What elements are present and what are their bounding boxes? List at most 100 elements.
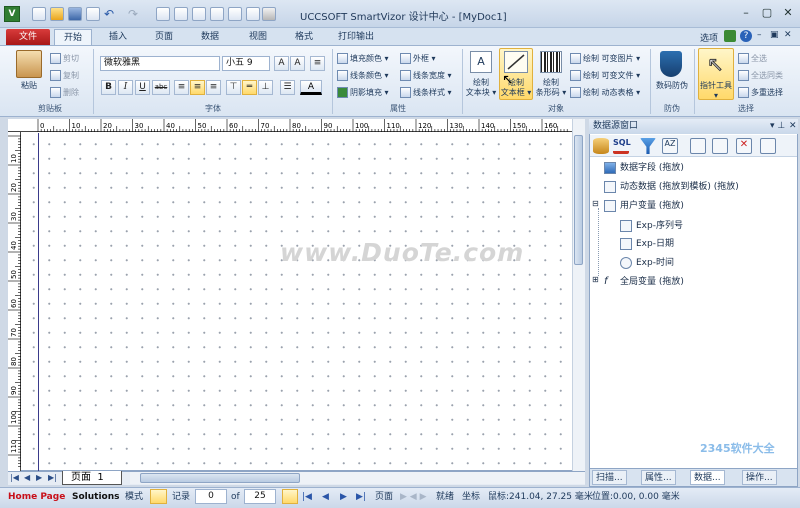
shadow-fill-button[interactable]: 阴影填充 ▾ [337,87,389,98]
spreadsheet-icon[interactable]: V [4,6,20,22]
text-block-icon[interactable]: A [470,51,492,73]
minimize-button[interactable]: – [736,5,756,21]
prev-page-icon[interactable]: ◀ [24,473,30,482]
font-color-icon[interactable]: A [300,80,322,95]
tree-item-data-fields[interactable]: 数据字段 (拖放) [604,160,684,174]
copy-toolbar-icon[interactable] [192,7,206,21]
save-as-icon[interactable] [86,7,100,21]
record-first-icon[interactable]: |◀ [302,490,312,504]
delete-var-icon[interactable]: ✕ [736,138,752,154]
select-all-button[interactable]: 全选 [738,53,767,64]
doc-close-icon[interactable]: ✕ [784,30,792,40]
panel-close-icon[interactable]: ✕ [789,121,797,131]
line-color-button[interactable]: 线条颜色 ▾ [337,70,389,81]
text-frame-icon[interactable] [504,51,528,73]
multi-select-button[interactable]: 多重选择 [738,87,783,98]
line-spacing-icon[interactable]: ☰ [280,80,295,95]
delete-button[interactable]: 删除 [50,87,79,98]
print-icon[interactable] [262,7,276,21]
format-painter-icon[interactable] [174,7,188,21]
record-prev-icon[interactable]: ◀ [322,490,329,504]
tab-print-output[interactable]: 打印输出 [330,29,382,46]
grow-font-icon[interactable]: A [274,56,289,71]
draw-var-image-button[interactable]: 绘制 可变图片 ▾ [570,53,640,64]
sort-icon[interactable]: AZ [662,138,678,154]
list-icon[interactable]: ≡ [310,56,325,71]
refresh-icon[interactable] [760,138,776,154]
save-icon[interactable] [68,7,82,21]
line-width-button[interactable]: 线条宽度 ▾ [400,70,452,81]
paste-button[interactable]: 粘贴 [12,81,46,91]
draw-textbox-button[interactable]: 绘制 文本块 ▾ [463,78,499,98]
tree-item-date[interactable]: Exp-日期 [620,236,674,250]
tab-scan[interactable]: 扫描... [592,470,627,485]
canvas-vertical-scroll-thumb[interactable] [574,135,583,265]
italic-button[interactable]: I [118,80,133,95]
maximize-button[interactable]: ▢ [757,5,777,21]
add-var-icon[interactable] [690,138,706,154]
align-center-icon[interactable]: ≡ [190,80,205,95]
tab-insert[interactable]: 插入 [98,29,138,46]
ribbon-minimize-icon[interactable]: – [757,30,762,40]
expand-icon[interactable]: ⊞ [592,275,599,284]
tree-item-serial[interactable]: Exp-序列号 [620,218,683,232]
anti-fake-button[interactable]: 数码防伪 [652,81,692,91]
ribbon-restore-icon[interactable]: ▣ [770,30,779,40]
valign-bottom-icon[interactable]: ⊥ [258,80,273,95]
new-file-icon[interactable] [32,7,46,21]
record-link-icon[interactable] [282,489,298,504]
preview-icon[interactable] [246,7,260,21]
page-tab[interactable]: 页面 1 [62,471,122,485]
draw-barcode-button[interactable]: 绘制 条形码 ▾ [533,78,569,98]
draw-dyn-table-button[interactable]: 绘制 动态表格 ▾ [570,87,640,98]
tab-datasource[interactable]: 数据... [690,470,725,485]
draw-var-file-button[interactable]: 绘制 可变文件 ▾ [570,70,640,81]
select-all-same-button[interactable]: 全选同类 [738,70,783,81]
bold-button[interactable]: B [101,80,116,95]
edit-var-icon[interactable] [712,138,728,154]
first-page-icon[interactable]: |◀ [10,473,19,482]
tree-item-time[interactable]: Exp-时间 [620,255,674,269]
design-mode-icon[interactable] [150,489,167,504]
pointer-tool-button[interactable]: 指针工具 ▾ [698,81,734,101]
open-folder-icon[interactable] [50,7,64,21]
copy-button[interactable]: 复制 [50,70,79,81]
paste-toolbar-icon[interactable] [210,7,224,21]
font-size-select[interactable]: 小五 9 [222,56,270,71]
align-right-icon[interactable]: ≡ [206,80,221,95]
valign-top-icon[interactable]: ⊤ [226,80,241,95]
tree-item-dynamic-data[interactable]: 动态数据 (拖放到模板) (拖放) [604,179,739,193]
align-left-icon[interactable]: ≡ [174,80,189,95]
tab-home[interactable]: 开始 [54,29,92,46]
page-setup-icon[interactable] [228,7,242,21]
record-last-icon[interactable]: ▶| [356,490,366,504]
shrink-font-icon[interactable]: A [290,56,305,71]
tab-view[interactable]: 视图 [238,29,278,46]
tab-properties[interactable]: 属性... [641,470,676,485]
tab-actions[interactable]: 操作... [742,470,777,485]
update-icon[interactable] [724,30,736,42]
cut-toolbar-icon[interactable] [156,7,170,21]
font-name-select[interactable]: 微软雅黑 [100,56,220,71]
database-icon[interactable] [593,138,609,154]
paste-icon[interactable] [16,50,42,78]
collapse-icon[interactable]: ⊟ [592,199,599,208]
next-page-icon[interactable]: ▶ [36,473,42,482]
close-button[interactable]: ✕ [778,5,798,21]
strikethrough-button[interactable]: abc [152,80,170,95]
undo-icon[interactable]: ↶ [104,7,114,21]
tab-file[interactable]: 文件 [6,29,50,45]
tab-format[interactable]: 格式 [284,29,324,46]
barcode-icon[interactable] [540,51,562,73]
underline-button[interactable]: U [135,80,150,95]
tab-data[interactable]: 数据 [190,29,230,46]
options-menu[interactable]: 选项 [700,31,718,44]
redo-icon[interactable]: ↷ [128,7,138,21]
tree-item-global-vars[interactable]: f 全局变量 (拖放) [604,274,684,288]
valign-middle-icon[interactable]: ═ [242,80,257,95]
page-nav-icons[interactable]: ▶ ◀ ▶ [400,490,427,504]
sql-icon[interactable]: SQL [613,138,631,154]
canvas-horizontal-scroll-thumb[interactable] [140,473,300,483]
home-page-link[interactable]: Home Page [8,490,65,504]
shield-icon[interactable] [660,51,682,77]
